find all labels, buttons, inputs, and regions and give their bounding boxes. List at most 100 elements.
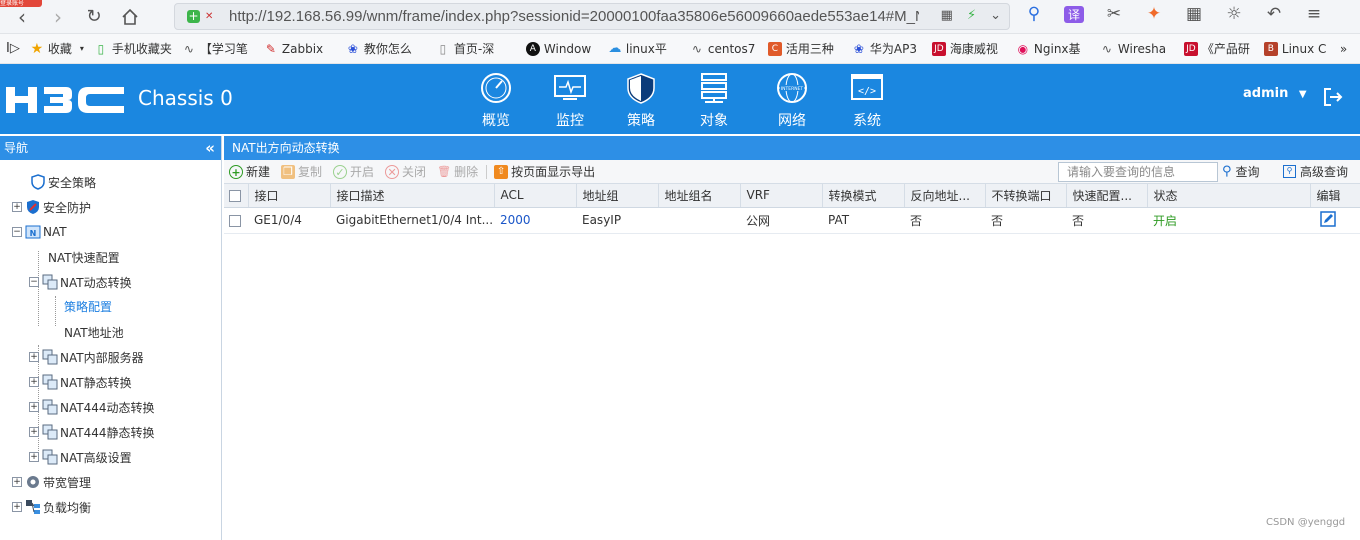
query-button[interactable]: ⚲ 查询 — [1222, 163, 1260, 180]
collapse-icon[interactable]: « — [205, 136, 215, 160]
expand-icon[interactable]: + — [12, 202, 22, 212]
expand-icon[interactable]: + — [12, 477, 22, 487]
url-text[interactable]: http://192.168.56.99/wnm/frame/index.php… — [229, 8, 919, 25]
col-header[interactable]: 反向地址... — [904, 184, 986, 208]
bookmark-item[interactable]: ▯ 手机收藏夹 — [94, 34, 172, 64]
col-header[interactable]: ACL — [494, 184, 577, 208]
copy-button[interactable]: ❐ 复制 — [281, 163, 322, 180]
enable-button[interactable]: ✓ 开启 — [333, 163, 374, 180]
nav-object[interactable]: 对象 — [684, 72, 744, 130]
nav-label: 系统 — [853, 113, 881, 129]
col-header[interactable]: 接口 — [248, 184, 331, 208]
chevron-down-icon[interactable]: ⌄ — [990, 8, 1001, 23]
expand-icon[interactable]: + — [29, 352, 39, 362]
bookmark-item[interactable]: ✎ Zabbix — [264, 34, 336, 64]
sidebar-item-nat-static[interactable]: + NAT静态转换 — [29, 372, 132, 392]
row-select-cell[interactable] — [224, 207, 248, 234]
nav-system[interactable]: </> 系统 — [837, 72, 897, 130]
brightness-icon[interactable]: ☼ — [1224, 4, 1244, 24]
search-icon[interactable]: ⚲ — [1024, 4, 1044, 24]
translate-icon[interactable]: 译 — [1064, 5, 1084, 23]
qr-icon[interactable]: ▦ — [941, 8, 953, 23]
select-all-checkbox[interactable] — [229, 189, 241, 202]
col-header[interactable]: VRF — [740, 184, 823, 208]
expand-icon[interactable]: + — [29, 427, 39, 437]
col-header[interactable]: 接口描述 — [330, 184, 495, 208]
search-input[interactable] — [1058, 162, 1218, 182]
forward-icon[interactable]: › — [44, 3, 72, 31]
select-all-cell[interactable] — [224, 184, 249, 208]
expand-icon[interactable]: + — [29, 402, 39, 412]
bookmark-item[interactable]: JD 《产品研 — [1183, 34, 1254, 64]
address-bar[interactable]: + ✕ http://192.168.56.99/wnm/frame/index… — [174, 3, 1010, 30]
logout-icon[interactable] — [1322, 86, 1344, 108]
nav-overview[interactable]: 概览 — [466, 72, 526, 130]
row-checkbox[interactable] — [229, 214, 241, 227]
col-header[interactable]: 状态 — [1147, 184, 1311, 208]
sidebar-item-policy-config[interactable]: 策略配置 — [64, 296, 112, 316]
bookmark-item[interactable]: ▯ 首页-深 — [436, 34, 516, 64]
expand-icon[interactable]: + — [12, 502, 22, 512]
bookmark-item[interactable]: ◉ Nginx基 — [1016, 34, 1090, 64]
delete-button[interactable]: 🗑 删除 — [437, 163, 478, 180]
sidebar-item-nat-pool[interactable]: NAT地址池 — [64, 322, 124, 342]
cell-no-port: 否 — [985, 207, 1066, 234]
acl-link[interactable]: 2000 — [500, 213, 531, 227]
col-header[interactable]: 编辑 — [1310, 184, 1360, 208]
scissors-icon[interactable]: ✂ — [1104, 4, 1124, 24]
sidebar-item-bandwidth[interactable]: + 带宽管理 — [12, 472, 91, 492]
col-header[interactable]: 转换模式 — [822, 184, 905, 208]
table-header-row: 接口 接口描述 ACL 地址组 地址组名 VRF 转换模式 反向地址... 不转… — [224, 184, 1360, 208]
edit-icon[interactable] — [1320, 210, 1336, 227]
bookmark-item[interactable]: A Window — [525, 34, 598, 64]
reload-icon[interactable]: ↻ — [80, 3, 108, 31]
bookmark-item[interactable]: ∿ centos7 — [690, 34, 758, 64]
sidebar-item-nat444-static[interactable]: + NAT444静态转换 — [29, 422, 155, 442]
bookmark-item[interactable]: ∿ 【学习笔 — [182, 34, 254, 64]
col-header[interactable]: 地址组名 — [658, 184, 741, 208]
sidebar-item-nat444-dynamic[interactable]: + NAT444动态转换 — [29, 397, 155, 417]
bolt-icon[interactable]: ⚡ — [967, 8, 976, 23]
browser-tools: ⚲ 译 ✂ ✦ ▦ ☼ ↶ ≡ — [1024, 4, 1324, 24]
more-bookmarks-icon[interactable]: » — [1340, 42, 1347, 56]
bookmark-item[interactable]: ❀ 华为AP3 — [852, 34, 922, 64]
col-header[interactable]: 快速配置... — [1066, 184, 1148, 208]
bookmark-item[interactable]: ❀ 教你怎么 — [346, 34, 426, 64]
collapse-tree-icon[interactable]: − — [12, 227, 22, 237]
nav-network[interactable]: INTERNET 网络 — [762, 72, 822, 130]
bookmark-item[interactable]: JD 海康威视 — [931, 34, 1006, 64]
chassis-title: Chassis 0 — [138, 86, 233, 110]
sidebar-item-nat-dynamic[interactable]: − NAT动态转换 — [29, 272, 132, 292]
sidebar-item-nat[interactable]: − N NAT — [12, 222, 67, 242]
menu-icon[interactable]: ≡ — [1304, 4, 1324, 24]
sidebar-toggle-icon[interactable]: I▷ — [6, 41, 20, 56]
disable-button[interactable]: ✕ 关闭 — [385, 163, 426, 180]
bookmark-item[interactable]: ☁ linux平 — [608, 34, 680, 64]
bookmark-item[interactable]: B Linux C — [1263, 34, 1326, 64]
sidebar-item-security-policy[interactable]: 安全策略 — [30, 172, 96, 192]
nav-policy[interactable]: 策略 — [611, 72, 671, 130]
bookmark-item[interactable]: C 活用三种 — [767, 34, 842, 64]
expand-icon[interactable]: + — [29, 377, 39, 387]
new-button[interactable]: + 新建 — [229, 163, 270, 180]
sidebar-item-nat-internal-server[interactable]: + NAT内部服务器 — [29, 347, 144, 367]
bookmark-item[interactable]: ∿ Wiresha — [1100, 34, 1174, 64]
advanced-query-button[interactable]: ⚲ 高级查询 — [1283, 163, 1348, 180]
bookmark-item[interactable]: ★ 收藏 ▾ — [30, 34, 84, 64]
apps-grid-icon[interactable]: ▦ — [1184, 4, 1204, 24]
sidebar-item-load-balance[interactable]: + 负载均衡 — [12, 497, 91, 517]
sidebar-item-nat-quick[interactable]: NAT快速配置 — [48, 247, 120, 267]
undo-icon[interactable]: ↶ — [1264, 4, 1284, 24]
home-icon[interactable] — [116, 3, 144, 31]
table-row[interactable]: GE1/0/4 GigabitEthernet1/0/4 Int... 2000… — [224, 207, 1360, 234]
nav-monitor[interactable]: 监控 — [540, 72, 600, 130]
expand-icon[interactable]: + — [29, 452, 39, 462]
col-header[interactable]: 地址组 — [576, 184, 659, 208]
sidebar-item-security-protection[interactable]: + 安全防护 — [12, 197, 91, 217]
collapse-tree-icon[interactable]: − — [29, 277, 39, 287]
col-header[interactable]: 不转换端口 — [985, 184, 1067, 208]
user-menu[interactable]: admin ▼ — [1243, 86, 1307, 101]
sidebar-item-nat-advanced[interactable]: + NAT高级设置 — [29, 447, 132, 467]
export-button[interactable]: ⇧ 按页面显示导出 — [494, 163, 595, 180]
game-icon[interactable]: ✦ — [1144, 4, 1164, 24]
